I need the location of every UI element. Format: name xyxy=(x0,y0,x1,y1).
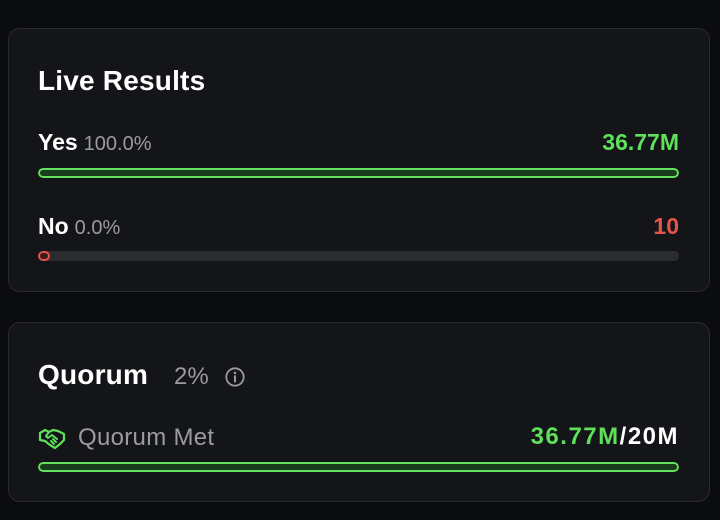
option-votes-no: 10 xyxy=(653,213,679,239)
handshake-icon xyxy=(38,428,66,450)
option-percent-no: 0.0% xyxy=(74,217,121,239)
quorum-status: Quorum Met xyxy=(38,423,214,453)
option-percent-yes: 100.0% xyxy=(83,133,152,155)
quorum-percent: 2% xyxy=(174,363,209,390)
quorum-separator: / xyxy=(619,423,628,450)
progress-fill-no xyxy=(38,251,50,261)
live-results-card: Live Results Yes 100.0% 36.77M No 0.0% 10 xyxy=(8,28,710,292)
quorum-progress-bar xyxy=(38,462,679,472)
info-icon[interactable] xyxy=(224,366,246,388)
live-results-title: Live Results xyxy=(38,65,206,96)
progress-bar-no xyxy=(38,251,679,261)
option-name-no: No xyxy=(38,213,69,239)
quorum-title: Quorum xyxy=(38,359,149,390)
option-name-yes: Yes xyxy=(38,129,78,155)
option-row-no: No 0.0% 10 xyxy=(38,213,679,243)
option-row-yes: Yes 100.0% 36.77M xyxy=(38,129,679,159)
quorum-count: 36.77M/20M xyxy=(531,423,679,451)
quorum-target: 20M xyxy=(627,423,679,450)
progress-fill-yes xyxy=(38,168,679,178)
quorum-progress-fill xyxy=(38,462,679,472)
quorum-current: 36.77M xyxy=(530,423,620,450)
quorum-card: Quorum 2% Quorum Met 36.77M/20M xyxy=(8,322,710,502)
option-votes-yes: 36.77M xyxy=(602,129,679,155)
progress-bar-yes xyxy=(38,168,679,178)
quorum-status-label: Quorum Met xyxy=(78,424,215,451)
